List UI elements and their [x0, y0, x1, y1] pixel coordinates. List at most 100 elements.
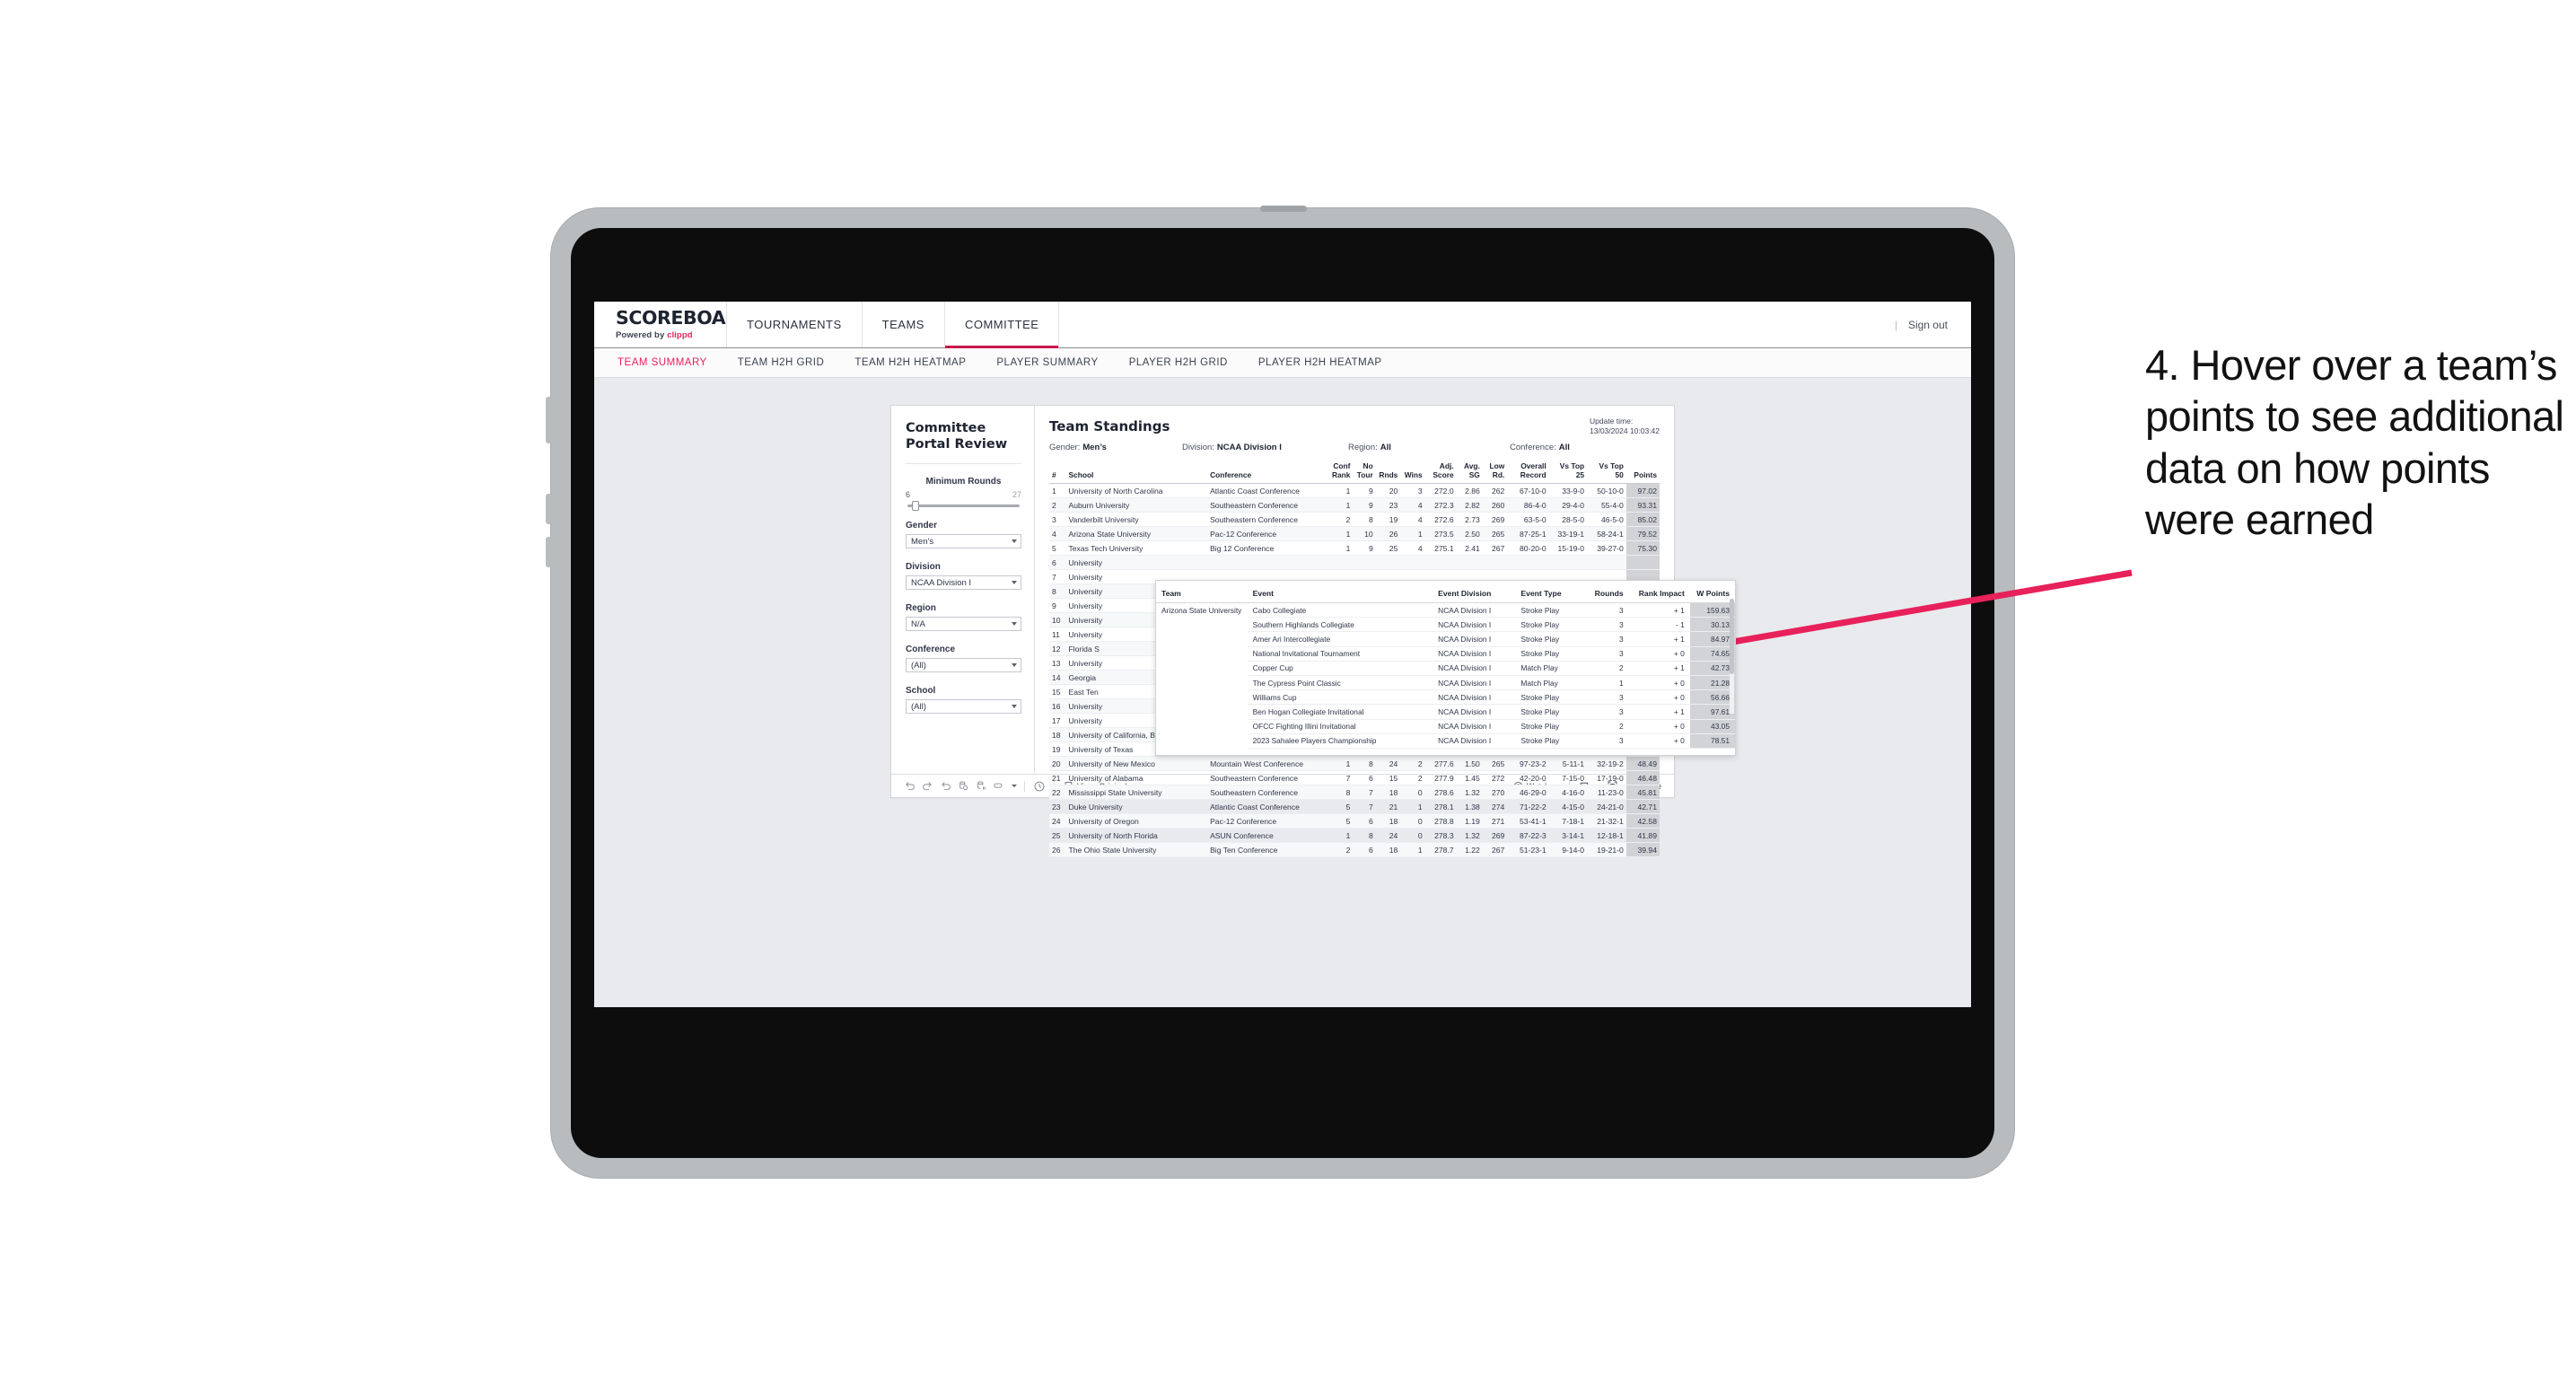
cell-value: 269 [1482, 828, 1508, 844]
cell-value: 9 [1353, 540, 1376, 557]
cell-points[interactable]: 93.31 [1625, 497, 1660, 513]
cell-value: 1.32 [1456, 828, 1483, 844]
gender-select[interactable]: Men’s [906, 534, 1021, 549]
sub-tab-player-summary[interactable]: PLAYER SUMMARY [996, 357, 1098, 368]
slider-thumb[interactable] [912, 501, 919, 512]
tt-col-event-type: Event Type [1515, 589, 1586, 603]
tooltip-w-points: 21.28 [1689, 675, 1735, 691]
cell-value: 1 [1400, 842, 1425, 858]
cell-rank: 8 [1049, 583, 1066, 600]
cell-value: 8 [1353, 512, 1376, 528]
power-button[interactable] [546, 397, 552, 443]
col-rnds[interactable]: Rnds [1375, 462, 1401, 485]
col-school[interactable]: School [1065, 462, 1208, 485]
region-select[interactable]: N/A [906, 617, 1021, 632]
col-conf-rank[interactable]: Conf Rank [1327, 461, 1354, 485]
conference-select[interactable]: (All) [906, 658, 1021, 673]
table-row[interactable]: 4 Arizona State University Pac-12 Conferen… [1049, 526, 1660, 542]
tooltip-event-division: NCAA Division I [1433, 661, 1516, 676]
revert-icon[interactable] [936, 777, 954, 795]
volume-down-button[interactable] [546, 537, 552, 567]
sign-out-divider: | [1894, 318, 1897, 331]
col-avg-sg[interactable]: Avg. SG [1456, 461, 1483, 485]
division-select[interactable]: NCAA Division I [906, 575, 1021, 591]
cell-value: 55-4-0 [1587, 497, 1626, 513]
volume-up-button[interactable] [546, 494, 552, 524]
brand-logo[interactable]: SCOREBOARD Powered by clippd [594, 302, 755, 347]
top-tab-teams[interactable]: TEAMS [862, 302, 945, 347]
cell-points[interactable]: 41.89 [1625, 828, 1660, 844]
sub-tab-player-h2h-grid[interactable]: PLAYER H2H GRID [1129, 357, 1228, 368]
table-row[interactable]: 22 Mississippi State University Southeaste… [1049, 785, 1660, 801]
cell-points[interactable]: 46.48 [1625, 770, 1660, 786]
points-hover-tooltip: Team Event Event Division Event Type Rou… [1155, 580, 1736, 756]
cell-points[interactable]: 42.71 [1625, 799, 1660, 815]
table-row[interactable]: 20 University of New Mexico Mountain West … [1049, 756, 1660, 772]
cell-conference: Atlantic Coast Conference [1207, 483, 1328, 499]
col-vs-top-25[interactable]: Vs Top 25 [1548, 461, 1588, 485]
cell-points[interactable]: 97.02 [1625, 483, 1660, 499]
table-row[interactable]: 24 University of Oregon Pac-12 Conference 5… [1049, 813, 1660, 829]
cell-points[interactable] [1625, 555, 1660, 571]
table-row[interactable]: 26 The Ohio State University Big Ten Confe… [1049, 842, 1660, 858]
top-tab-committee[interactable]: COMMITTEE [944, 302, 1060, 348]
sub-tab-team-h2h-grid[interactable]: TEAM H2H GRID [738, 357, 825, 368]
minimum-rounds-slider[interactable] [907, 501, 1020, 512]
cell-value: 1 [1327, 540, 1354, 557]
table-row[interactable]: 1 University of North Carolina Atlantic Co… [1049, 483, 1660, 499]
cell-points[interactable]: 75.30 [1625, 540, 1660, 557]
col-no-tour[interactable]: No Tour [1353, 461, 1376, 485]
highlight-icon[interactable] [990, 777, 1008, 795]
update-time-label: Update time: [1590, 417, 1634, 425]
col-adj-score[interactable]: Adj. Score [1424, 461, 1457, 485]
cell-rank: 5 [1049, 540, 1066, 557]
cell-value: 9 [1353, 483, 1376, 499]
undo-icon[interactable] [900, 777, 918, 795]
table-row[interactable]: 3 Vanderbilt University Southeastern Confe… [1049, 512, 1660, 528]
col-points[interactable]: Points [1625, 462, 1660, 485]
cell-points[interactable]: 39.94 [1625, 842, 1660, 858]
cell-value: 278.3 [1424, 828, 1457, 844]
cell-rank: 16 [1049, 698, 1066, 715]
table-row[interactable]: 25 University of North Florida ASUN Confer… [1049, 828, 1660, 844]
top-tab-tournaments[interactable]: TOURNAMENTS [727, 302, 863, 347]
tooltip-event-type: Stroke Play [1515, 631, 1586, 647]
cell-value [1400, 555, 1425, 571]
col-overall-record[interactable]: Overall Record [1507, 461, 1549, 485]
cell-points[interactable]: 48.49 [1625, 756, 1660, 772]
cell-points[interactable]: 42.58 [1625, 813, 1660, 829]
cell-value: 29-4-0 [1548, 497, 1588, 513]
table-row[interactable]: 21 University of Alabama Southeastern Conf… [1049, 770, 1660, 786]
cell-value: 274 [1482, 799, 1508, 815]
summary-division-value: NCAA Division I [1216, 443, 1282, 452]
cell-value: 46-5-0 [1587, 512, 1626, 528]
col-vs-top-50[interactable]: Vs Top 50 [1587, 461, 1626, 485]
cell-points[interactable]: 79.52 [1625, 526, 1660, 542]
cell-school: University of New Mexico [1065, 756, 1208, 772]
table-row[interactable]: 6 University [1049, 555, 1660, 571]
cell-points[interactable]: 45.81 [1625, 785, 1660, 801]
col-low-rd[interactable]: Low Rd. [1482, 461, 1508, 485]
annotation-text: 4. Hover over a team’s points to see add… [2145, 341, 2564, 543]
refresh-data-icon[interactable] [954, 777, 972, 795]
pause-auto-update-icon[interactable] [1030, 777, 1048, 795]
tooltip-scrollbar[interactable] [1730, 599, 1734, 714]
cell-points[interactable]: 85.02 [1625, 512, 1660, 528]
sub-tab-team-summary[interactable]: TEAM SUMMARY [618, 357, 707, 368]
col-conference[interactable]: Conference [1207, 462, 1328, 485]
highlight-dropdown-icon[interactable] [1008, 777, 1019, 795]
sign-out-link[interactable]: Sign out [1908, 319, 1948, 331]
col-rank[interactable]: # [1049, 462, 1066, 485]
cell-value: 1 [1327, 483, 1354, 499]
sub-tab-team-h2h-heatmap[interactable]: TEAM H2H HEATMAP [854, 357, 966, 368]
table-row[interactable]: 5 Texas Tech University Big 12 Conference 1… [1049, 540, 1660, 557]
school-select[interactable]: (All) [906, 699, 1021, 715]
table-row[interactable]: 23 Duke University Atlantic Coast Conferen… [1049, 799, 1660, 815]
tooltip-scrollbar-thumb[interactable] [1730, 599, 1734, 674]
pause-data-icon[interactable] [972, 777, 990, 795]
col-wins[interactable]: Wins [1400, 462, 1425, 485]
redo-icon[interactable] [918, 777, 936, 795]
tooltip-w-points: 78.51 [1689, 733, 1735, 749]
sub-tab-player-h2h-heatmap[interactable]: PLAYER H2H HEATMAP [1258, 357, 1382, 368]
table-row[interactable]: 2 Auburn University Southeastern Conferenc… [1049, 497, 1660, 513]
